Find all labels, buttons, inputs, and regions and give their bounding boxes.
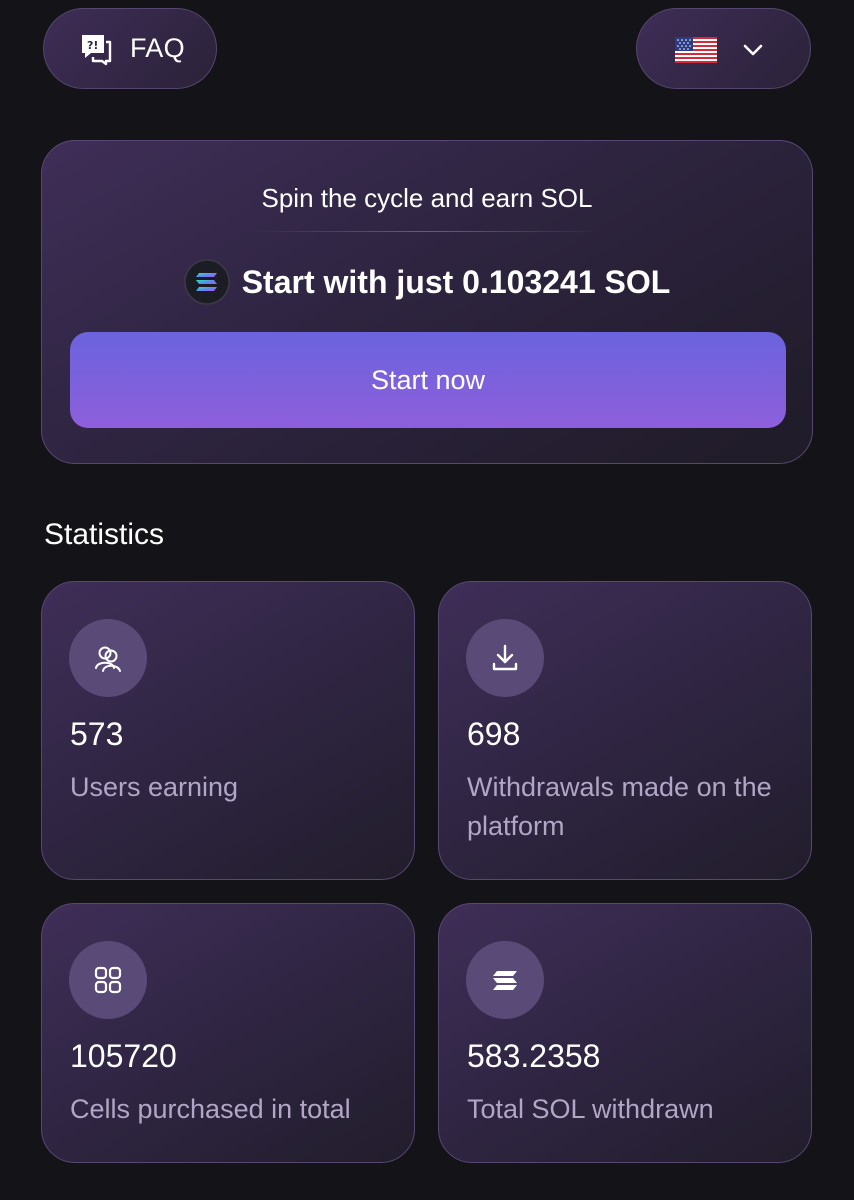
faq-button[interactable]: ?! FAQ (43, 8, 217, 89)
language-selector[interactable] (636, 8, 811, 89)
stat-card-cells: 105720 Cells purchased in total (41, 903, 415, 1163)
hero-divider (250, 231, 606, 232)
stat-label: Total SOL withdrawn (467, 1094, 714, 1124)
users-icon (69, 619, 147, 697)
stat-label: Users earning (70, 772, 239, 802)
stat-card-users: 573 Users earning (41, 581, 415, 880)
top-bar: ?! FAQ (0, 0, 854, 100)
solana-logo-icon (183, 259, 230, 305)
stat-value: 573 (70, 716, 124, 752)
faq-label: FAQ (130, 33, 185, 63)
hero-title: Spin the cycle and earn SOL (261, 183, 593, 213)
stat-value: 105720 (70, 1038, 177, 1074)
us-flag-icon (675, 37, 717, 63)
statistics-heading: Statistics (44, 518, 165, 551)
minimum-price-text: Start with just 0.103241 SOL (241, 263, 671, 300)
download-icon (466, 619, 544, 697)
price-row: Start with just 0.103241 SOL (42, 259, 812, 305)
stat-value: 583.2358 (467, 1038, 601, 1074)
stat-label: Cells purchased in total (70, 1094, 351, 1124)
stat-value: 698 (467, 716, 521, 752)
chevron-down-icon (739, 37, 767, 63)
svg-text:?!: ?! (87, 39, 98, 52)
solana-icon (466, 941, 544, 1019)
grid-icon (69, 941, 147, 1019)
stat-card-total-sol: 583.2358 Total SOL withdrawn (438, 903, 812, 1163)
start-now-button[interactable]: Start now (70, 332, 786, 428)
faq-chat-icon: ?! (78, 31, 114, 67)
stat-card-withdrawals: 698 Withdrawals made on the platform (438, 581, 812, 880)
stat-label: Withdrawals made on the platform (467, 772, 772, 841)
hero-card: Spin the cycle and earn SOL Start with j… (41, 140, 813, 464)
